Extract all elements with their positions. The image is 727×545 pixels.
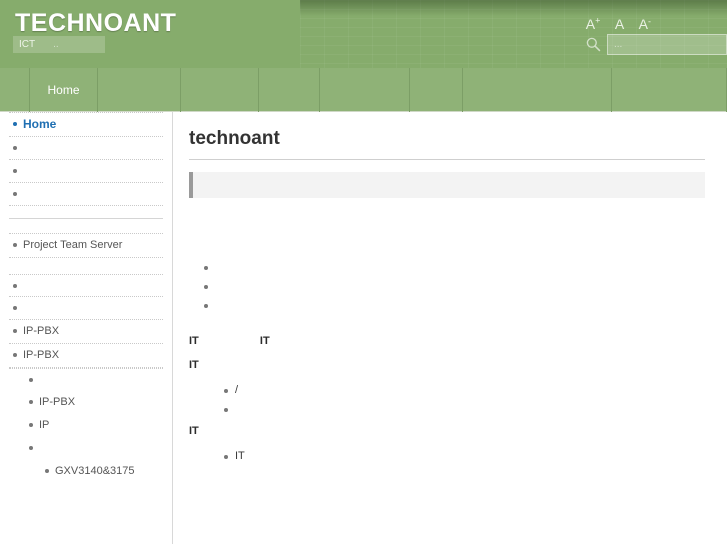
font-size-decrease-label: A bbox=[638, 15, 648, 32]
site-title: TECHNOANT bbox=[15, 9, 177, 37]
font-size-increase-button[interactable]: A+ bbox=[581, 15, 601, 32]
search-icon[interactable] bbox=[585, 36, 602, 53]
content-area: technoant IT IT IT / IT IT bbox=[173, 112, 727, 544]
sidebar: Home Project Team Server IP-PBX IP-PBX IP… bbox=[0, 112, 173, 544]
font-size-normal-label: A bbox=[614, 15, 625, 32]
sidebar-item-ip[interactable]: IP bbox=[9, 414, 163, 437]
list-item bbox=[204, 296, 705, 315]
font-size-decrease-button[interactable]: A- bbox=[634, 16, 651, 32]
content-spacer-1 bbox=[189, 212, 705, 258]
font-size-controls: A+ A A- bbox=[576, 15, 651, 34]
sidebar-item-blank-1[interactable] bbox=[9, 137, 163, 160]
header-shadow-band bbox=[300, 0, 727, 16]
main-nav: Home bbox=[0, 68, 727, 112]
nav-tab-6[interactable] bbox=[410, 68, 463, 112]
sidebar-item-ip-pbx[interactable]: IP-PBX bbox=[9, 320, 163, 344]
font-size-decrease-sup: - bbox=[648, 16, 651, 26]
page-title: technoant bbox=[189, 128, 705, 160]
sidebar-item-blank-0[interactable] bbox=[9, 274, 163, 297]
nav-tab-8[interactable] bbox=[612, 68, 727, 112]
nav-tab-3[interactable] bbox=[181, 68, 259, 112]
site-header: TECHNOANT ICT.. A+ A A- bbox=[0, 0, 727, 68]
sidebar-group-ippbx: IP-PBX IP-PBX bbox=[9, 274, 163, 368]
sidebar-item-blank-3[interactable] bbox=[9, 183, 163, 206]
nav-tab-4[interactable] bbox=[259, 68, 320, 112]
nav-tab-2[interactable] bbox=[98, 68, 181, 112]
content-bullet-list-2: / bbox=[189, 381, 705, 419]
search-area bbox=[585, 34, 727, 55]
site-subtitle-primary: ICT bbox=[19, 39, 36, 50]
content-spacer-2 bbox=[189, 319, 705, 333]
nav-tab-0[interactable] bbox=[0, 68, 30, 112]
sidebar-group-primary: Home bbox=[9, 112, 163, 206]
sidebar-item-blank-3[interactable] bbox=[9, 437, 163, 460]
sidebar-item-blank-2[interactable] bbox=[9, 160, 163, 183]
nav-tab-5[interactable] bbox=[320, 68, 410, 112]
search-input[interactable] bbox=[607, 34, 727, 55]
sidebar-item-ip-pbx[interactable]: IP-PBX bbox=[9, 391, 163, 414]
content-bullet-list-3: IT bbox=[189, 447, 705, 466]
content-paragraph-it-2: IT bbox=[189, 359, 199, 371]
sidebar-item-home[interactable]: Home bbox=[9, 112, 163, 137]
content-bullet-list-1 bbox=[189, 258, 705, 315]
list-item bbox=[204, 258, 705, 277]
font-size-increase-label: A bbox=[585, 15, 596, 32]
sidebar-item-ip-pbx[interactable]: IP-PBX bbox=[9, 344, 163, 368]
list-item: / bbox=[224, 381, 705, 400]
callout-box bbox=[189, 172, 705, 198]
sidebar-gap-1 bbox=[9, 258, 163, 274]
list-item bbox=[204, 277, 705, 296]
font-size-increase-sup: + bbox=[595, 15, 601, 25]
nav-tab-home[interactable]: Home bbox=[30, 68, 98, 112]
sidebar-group-projects: Project Team Server bbox=[9, 233, 163, 258]
sidebar-item-blank-0[interactable] bbox=[9, 368, 163, 391]
site-subtitle: ICT.. bbox=[13, 36, 105, 53]
sidebar-item-project-team-server[interactable]: Project Team Server bbox=[9, 233, 163, 258]
list-item bbox=[224, 400, 705, 419]
nav-tab-7[interactable] bbox=[463, 68, 612, 112]
sidebar-group-ippbx-children: IP-PBX IP GXV3140&3175 bbox=[9, 368, 163, 483]
content-paragraph-it-3: IT bbox=[189, 425, 199, 437]
list-item: IT bbox=[224, 447, 705, 466]
sidebar-item-blank-1[interactable] bbox=[9, 297, 163, 320]
sidebar-divider-1 bbox=[9, 218, 163, 219]
font-size-normal-button[interactable]: A bbox=[610, 16, 624, 32]
content-paragraph-it-1: IT IT bbox=[189, 335, 270, 347]
page-body: Home Project Team Server IP-PBX IP-PBX IP… bbox=[0, 112, 727, 544]
sidebar-item-gxv3140-3175[interactable]: GXV3140&3175 bbox=[9, 460, 163, 483]
site-subtitle-secondary: .. bbox=[53, 39, 59, 50]
